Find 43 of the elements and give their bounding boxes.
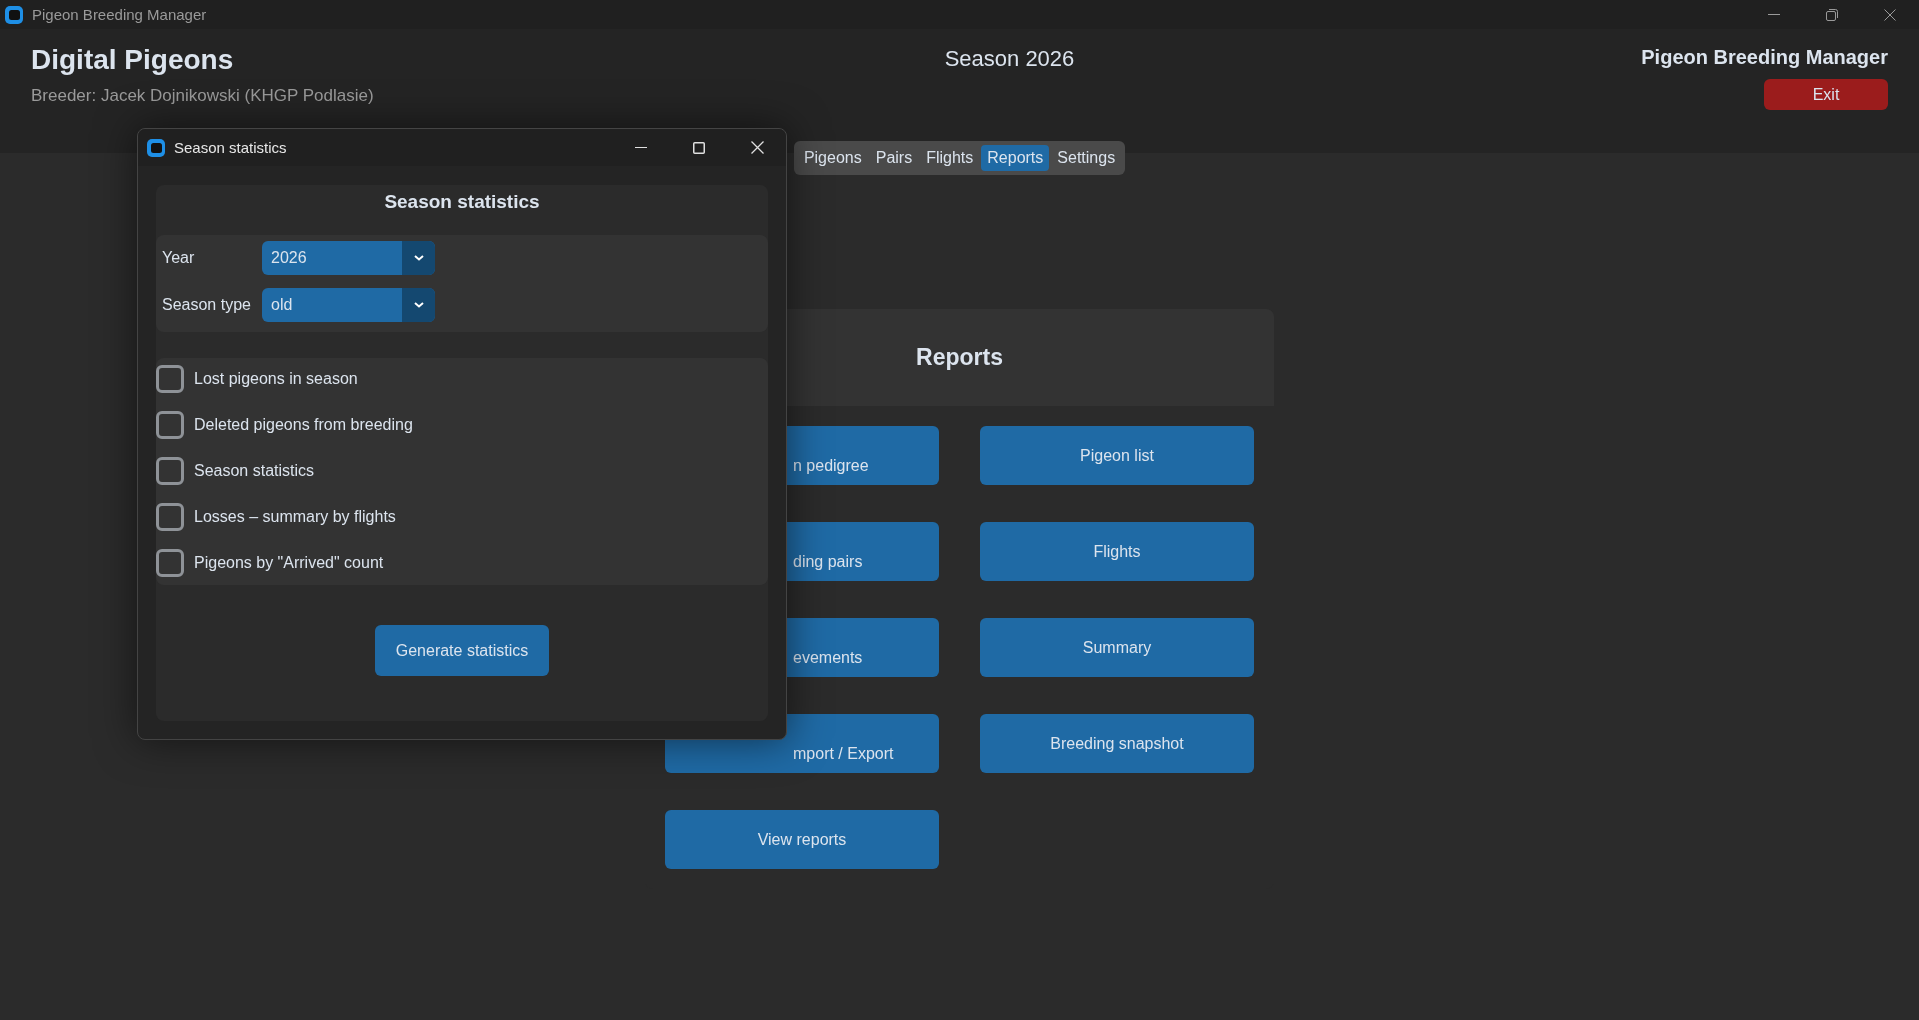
checkbox[interactable] [156,549,184,577]
generate-button[interactable]: Generate statistics [375,625,549,676]
chevron-down-icon [413,302,424,308]
checkbox-label: Pigeons by "Arrived" count [194,554,384,572]
dropdown[interactable]: 2026 [262,241,435,275]
window-title: Pigeon Breeding Manager [32,6,208,23]
checkbox-label: Deleted pigeons from breeding [194,416,413,434]
app-title: Pigeon Breeding Manager [1641,46,1888,69]
tab[interactable]: Flights [920,145,980,171]
tab[interactable]: Reports [981,145,1050,171]
chevron-down-icon [413,255,424,261]
app-icon [146,137,166,158]
maximize-icon[interactable] [693,141,705,154]
field-label: Season type [162,296,252,314]
report-button[interactable]: Breeding snapshot [980,714,1254,773]
tab[interactable]: Pairs [869,145,919,171]
report-button[interactable]: Flights [980,522,1254,581]
report-button[interactable]: Summary [980,618,1254,677]
checkbox-label: Season statistics [194,462,315,480]
minimize-icon[interactable] [635,146,647,149]
tab[interactable]: Pigeons [797,145,868,171]
checkbox[interactable] [156,365,184,393]
tab[interactable]: Settings [1051,145,1122,171]
report-button[interactable]: Pigeon list [980,426,1254,485]
panel-title: Reports [916,344,1003,371]
exit-button[interactable]: Exit [1764,79,1888,110]
app-icon [4,4,24,25]
dialog-title: Season statistics [174,139,288,156]
dialog-heading: Season statistics [383,190,541,214]
breeder-label: Breeder: Jacek Dojnikowski (KHGP Podlasie) [31,86,374,106]
report-button[interactable]: View reports [665,810,939,869]
restore-icon[interactable] [1826,8,1838,21]
checkbox[interactable] [156,503,184,531]
checkbox[interactable] [156,411,184,439]
checkbox-label: Losses – summary by flights [194,508,396,526]
app-name: Digital Pigeons [31,44,234,76]
season-label: Season 2026 [943,45,1075,72]
dropdown[interactable]: old [262,288,435,322]
field-label: Year [162,249,196,267]
checkbox[interactable] [156,457,184,485]
checkbox-label: Lost pigeons in season [194,370,358,388]
minimize-icon[interactable] [1768,13,1780,16]
close-icon[interactable] [1884,8,1896,21]
